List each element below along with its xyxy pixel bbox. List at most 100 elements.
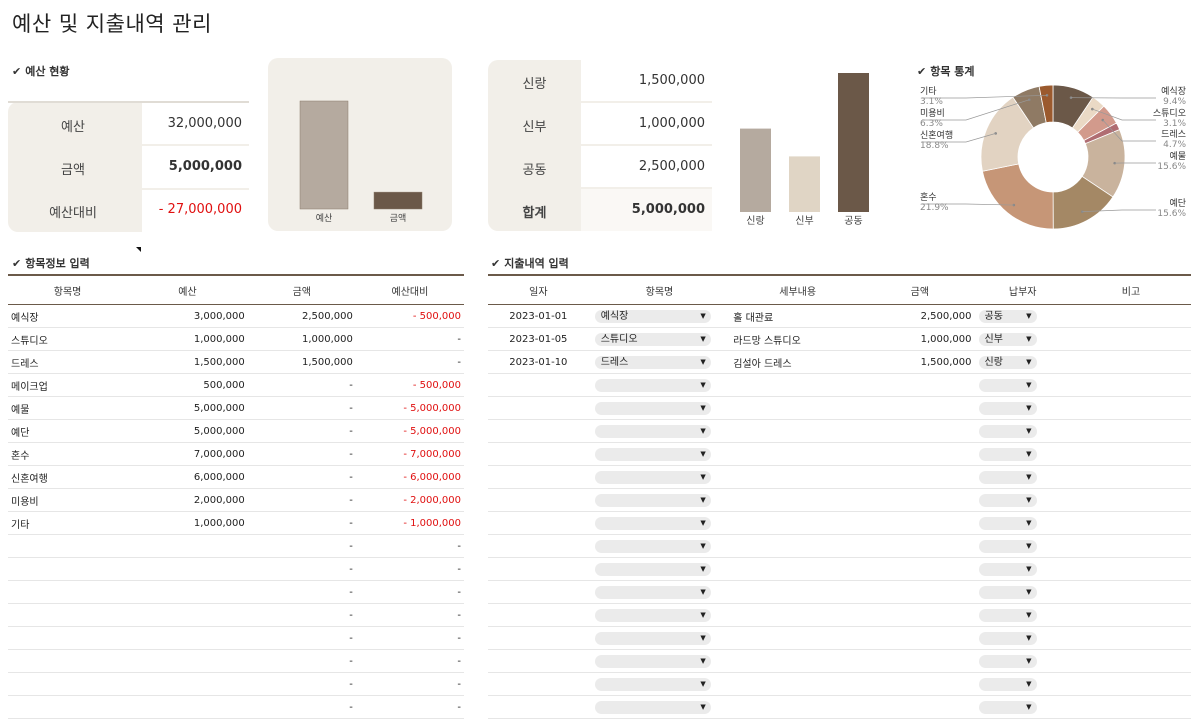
item-select[interactable]: 드레스▼	[595, 356, 711, 369]
expense-cell[interactable]	[865, 673, 974, 696]
expense-cell[interactable]: 1,500,000	[865, 351, 974, 374]
item-select[interactable]: ▼	[595, 425, 711, 438]
item-cell[interactable]: 500,000	[127, 374, 248, 397]
expense-cell[interactable]	[1071, 581, 1191, 604]
item-cell[interactable]: -	[356, 351, 464, 374]
item-cell[interactable]	[127, 558, 248, 581]
item-cell[interactable]	[127, 604, 248, 627]
item-cell[interactable]: 기타	[8, 512, 127, 535]
expense-cell[interactable]	[488, 627, 589, 650]
payer-dropdown-cell[interactable]: ▼	[975, 443, 1071, 466]
expense-cell[interactable]	[865, 512, 974, 535]
payer-dropdown-cell[interactable]: ▼	[975, 512, 1071, 535]
expense-cell[interactable]: 2023-01-10	[488, 351, 589, 374]
item-cell[interactable]	[8, 650, 127, 673]
expense-cell[interactable]	[488, 696, 589, 719]
expense-cell[interactable]	[730, 420, 865, 443]
item-cell[interactable]: -	[356, 696, 464, 719]
payer-dropdown-cell[interactable]: 신부▼	[975, 328, 1071, 351]
expense-cell[interactable]	[865, 489, 974, 512]
item-cell[interactable]	[127, 650, 248, 673]
item-cell[interactable]: -	[248, 397, 356, 420]
item-cell[interactable]: 6,000,000	[127, 466, 248, 489]
item-select[interactable]: ▼	[595, 701, 711, 714]
payer-dropdown-cell[interactable]: ▼	[975, 696, 1071, 719]
expense-cell[interactable]	[730, 604, 865, 627]
item-cell[interactable]: 1,500,000	[248, 351, 356, 374]
expense-cell[interactable]: 2023-01-01	[488, 305, 589, 328]
payer-dropdown-cell[interactable]: ▼	[975, 374, 1071, 397]
payer-select[interactable]: ▼	[979, 517, 1037, 530]
item-cell[interactable]: 메이크업	[8, 374, 127, 397]
expense-cell[interactable]	[730, 558, 865, 581]
item-cell[interactable]: - 7,000,000	[356, 443, 464, 466]
item-cell[interactable]: -	[356, 604, 464, 627]
item-dropdown-cell[interactable]: ▼	[589, 397, 730, 420]
expense-cell[interactable]: 2,500,000	[865, 305, 974, 328]
item-dropdown-cell[interactable]: ▼	[589, 443, 730, 466]
expense-cell[interactable]	[730, 581, 865, 604]
item-select[interactable]: ▼	[595, 632, 711, 645]
expense-cell[interactable]: 라드망 스튜디오	[730, 328, 865, 351]
item-dropdown-cell[interactable]: ▼	[589, 696, 730, 719]
item-cell[interactable]: 신혼여행	[8, 466, 127, 489]
item-select[interactable]: 예식장▼	[595, 310, 711, 323]
item-cell[interactable]: -	[248, 581, 356, 604]
expense-cell[interactable]	[488, 374, 589, 397]
expense-cell[interactable]: 김설아 드레스	[730, 351, 865, 374]
expense-cell[interactable]	[1071, 443, 1191, 466]
item-dropdown-cell[interactable]: ▼	[589, 673, 730, 696]
expense-cell[interactable]	[1071, 397, 1191, 420]
expense-cell[interactable]	[1071, 696, 1191, 719]
item-cell[interactable]	[8, 627, 127, 650]
item-dropdown-cell[interactable]: ▼	[589, 374, 730, 397]
expense-cell[interactable]	[865, 535, 974, 558]
expense-cell[interactable]	[1071, 650, 1191, 673]
item-cell[interactable]: -	[248, 650, 356, 673]
item-cell[interactable]: 3,000,000	[127, 305, 248, 328]
expense-cell[interactable]	[730, 696, 865, 719]
expense-cell[interactable]: 홀 대관료	[730, 305, 865, 328]
item-cell[interactable]: -	[356, 558, 464, 581]
item-cell[interactable]: 예물	[8, 397, 127, 420]
item-cell[interactable]	[8, 581, 127, 604]
payer-select[interactable]: 공동▼	[979, 310, 1037, 323]
item-cell[interactable]: - 2,000,000	[356, 489, 464, 512]
item-cell[interactable]: -	[248, 466, 356, 489]
item-cell[interactable]: -	[356, 673, 464, 696]
item-dropdown-cell[interactable]: ▼	[589, 466, 730, 489]
payer-dropdown-cell[interactable]: ▼	[975, 420, 1071, 443]
expense-cell[interactable]	[730, 374, 865, 397]
expense-cell[interactable]	[1071, 673, 1191, 696]
item-dropdown-cell[interactable]: 드레스▼	[589, 351, 730, 374]
expense-cell[interactable]: 2023-01-05	[488, 328, 589, 351]
item-dropdown-cell[interactable]: 예식장▼	[589, 305, 730, 328]
item-cell[interactable]: 7,000,000	[127, 443, 248, 466]
item-dropdown-cell[interactable]: ▼	[589, 512, 730, 535]
expense-cell[interactable]	[730, 512, 865, 535]
expense-cell[interactable]	[1071, 512, 1191, 535]
expense-cell[interactable]	[730, 650, 865, 673]
item-dropdown-cell[interactable]: ▼	[589, 627, 730, 650]
item-cell[interactable]: 예식장	[8, 305, 127, 328]
item-select[interactable]: ▼	[595, 609, 711, 622]
item-select[interactable]: ▼	[595, 540, 711, 553]
item-select[interactable]: 스튜디오▼	[595, 333, 711, 346]
item-select[interactable]: ▼	[595, 517, 711, 530]
item-cell[interactable]: - 5,000,000	[356, 397, 464, 420]
expense-cell[interactable]	[1071, 535, 1191, 558]
expense-cell[interactable]	[865, 627, 974, 650]
expense-cell[interactable]	[865, 443, 974, 466]
item-cell[interactable]: -	[248, 696, 356, 719]
item-dropdown-cell[interactable]: ▼	[589, 581, 730, 604]
expense-cell[interactable]	[730, 443, 865, 466]
payer-select[interactable]: ▼	[979, 494, 1037, 507]
item-cell[interactable]	[127, 673, 248, 696]
expense-cell[interactable]	[1071, 328, 1191, 351]
payer-dropdown-cell[interactable]: ▼	[975, 581, 1071, 604]
expense-cell[interactable]	[488, 650, 589, 673]
item-select[interactable]: ▼	[595, 563, 711, 576]
item-cell[interactable]: -	[248, 604, 356, 627]
item-cell[interactable]: 혼수	[8, 443, 127, 466]
expense-cell[interactable]	[488, 489, 589, 512]
